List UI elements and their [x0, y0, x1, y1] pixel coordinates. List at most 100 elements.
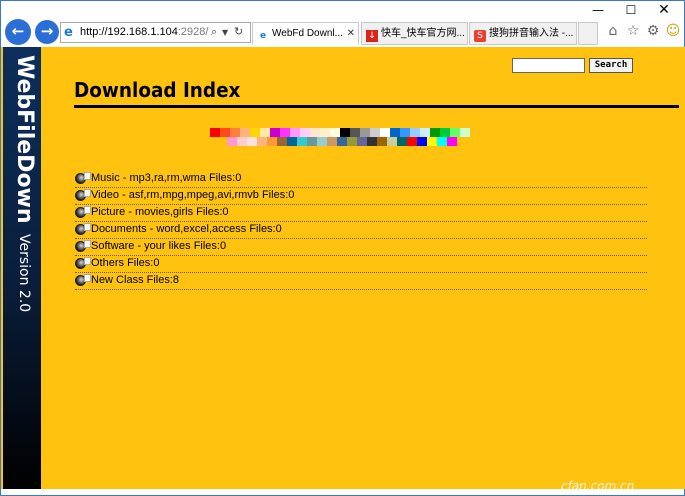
color-swatch[interactable] [270, 128, 280, 137]
forward-button[interactable]: → [35, 20, 59, 44]
color-swatch[interactable] [390, 128, 400, 137]
search-icon[interactable]: ⌕ [211, 25, 217, 39]
minimize-button[interactable]: — [581, 1, 615, 17]
category-row: New Class Files:8 [75, 273, 647, 290]
color-swatch[interactable] [290, 128, 300, 137]
color-swatch[interactable] [407, 137, 417, 146]
category-row: Others Files:0 [75, 256, 647, 273]
color-swatch[interactable] [347, 137, 357, 146]
category-link[interactable]: Picture - movies,girls Files:0 [91, 206, 229, 218]
close-button[interactable]: ✕ [647, 1, 681, 18]
color-swatch[interactable] [400, 128, 410, 137]
tab-webfd[interactable]: e WebFd Downl... ✕ [252, 22, 359, 45]
color-swatch[interactable] [220, 128, 230, 137]
title-bar: — ☐ ✕ [1, 1, 685, 18]
color-swatch[interactable] [287, 137, 297, 146]
color-swatch[interactable] [357, 137, 367, 146]
color-swatch[interactable] [280, 128, 290, 137]
color-swatch[interactable] [307, 137, 317, 146]
color-swatch[interactable] [370, 128, 380, 137]
page-title: Download Index [74, 78, 241, 102]
color-swatch[interactable] [440, 128, 450, 137]
category-link[interactable]: Others Files:0 [91, 257, 159, 269]
dropdown-icon[interactable]: ▼ [222, 28, 228, 37]
folder-bullet-icon [75, 274, 91, 286]
color-swatch[interactable] [317, 137, 327, 146]
folder-bullet-icon [75, 206, 91, 218]
color-swatch[interactable] [417, 137, 427, 146]
color-swatch[interactable] [397, 137, 407, 146]
category-row: Documents - word,excel,access Files:0 [75, 222, 647, 239]
tab-label: 快车_快车官方网... [381, 28, 465, 39]
color-swatch[interactable] [460, 128, 470, 137]
color-swatch[interactable] [210, 128, 220, 137]
home-icon[interactable]: ⌂ [604, 23, 622, 39]
color-swatch[interactable] [437, 137, 447, 146]
color-swatch[interactable] [350, 128, 360, 137]
color-swatch[interactable] [367, 137, 377, 146]
color-swatch[interactable] [250, 128, 260, 137]
category-link[interactable]: Documents - word,excel,access Files:0 [91, 223, 282, 235]
category-link[interactable]: Music - mp3,ra,rm,wma Files:0 [91, 172, 241, 184]
download-icon: ↓ [366, 30, 378, 42]
category-link[interactable]: New Class Files:8 [91, 274, 179, 286]
app-name: WebFileDown [12, 55, 37, 224]
color-swatch[interactable] [227, 137, 237, 146]
navigation-bar: ← → e http://192.168.1.104:2928/ ⌕ ▼ ↻ e… [1, 17, 685, 47]
color-swatch[interactable] [330, 128, 340, 137]
color-swatch[interactable] [340, 128, 350, 137]
color-swatch[interactable] [420, 128, 430, 137]
star-icon[interactable]: ☆ [624, 23, 642, 39]
tab-close-icon[interactable]: ✕ [347, 23, 355, 44]
color-swatch[interactable] [377, 137, 387, 146]
color-swatch[interactable] [240, 128, 250, 137]
color-swatch[interactable] [310, 128, 320, 137]
tab-sogou[interactable]: S 搜狗拼音输入法 -... [469, 22, 577, 45]
browser-window: — ☐ ✕ ← → e http://192.168.1.104:2928/ ⌕… [0, 0, 685, 496]
folder-bullet-icon [75, 257, 91, 269]
back-button[interactable]: ← [5, 19, 31, 45]
folder-bullet-icon [75, 240, 91, 252]
category-row: Video - asf,rm,mpg,mpeg,avi,rmvb Files:0 [75, 188, 647, 205]
category-link[interactable]: Video - asf,rm,mpg,mpeg,avi,rmvb Files:0 [91, 189, 294, 201]
tab-label: 搜狗拼音输入法 -... [489, 28, 574, 39]
color-swatch[interactable] [447, 137, 457, 146]
color-swatch[interactable] [260, 128, 270, 137]
color-swatch[interactable] [380, 128, 390, 137]
sidebar-banner: WebFileDown Version 2.0 [3, 47, 41, 489]
color-swatch[interactable] [297, 137, 307, 146]
maximize-button[interactable]: ☐ [614, 1, 648, 17]
color-swatch[interactable] [300, 128, 310, 137]
color-swatch[interactable] [430, 128, 440, 137]
color-swatch[interactable] [267, 137, 277, 146]
search-button[interactable]: Search [589, 58, 633, 73]
new-tab-button[interactable] [578, 22, 598, 45]
gear-icon[interactable]: ⚙ [644, 23, 662, 39]
search-input[interactable] [512, 58, 585, 73]
tab-label: WebFd Downl... [272, 28, 343, 39]
category-row: Picture - movies,girls Files:0 [75, 205, 647, 222]
color-swatch[interactable] [237, 137, 247, 146]
color-swatch[interactable] [337, 137, 347, 146]
category-link[interactable]: Software - your likes Files:0 [91, 240, 226, 252]
color-swatch[interactable] [410, 128, 420, 137]
page-icon: e [259, 31, 267, 41]
address-bar[interactable]: e http://192.168.1.104:2928/ ⌕ ▼ ↻ [60, 22, 251, 43]
color-swatch[interactable] [450, 128, 460, 137]
color-swatch[interactable] [427, 137, 437, 146]
color-swatch[interactable] [320, 128, 330, 137]
address-url[interactable]: http://192.168.1.104:2928/ [80, 26, 208, 38]
watermark: cfan.com.cn [561, 479, 635, 493]
color-swatch[interactable] [230, 128, 240, 137]
color-swatch[interactable] [387, 137, 397, 146]
color-swatch[interactable] [327, 137, 337, 146]
tab-kuaiche[interactable]: ↓ 快车_快车官方网... [361, 22, 468, 45]
color-swatch[interactable] [257, 137, 267, 146]
color-swatch[interactable] [360, 128, 370, 137]
color-swatch[interactable] [277, 137, 287, 146]
category-row: Software - your likes Files:0 [75, 239, 647, 256]
refresh-icon[interactable]: ↻ [234, 25, 243, 38]
smiley-icon[interactable]: ☺ [664, 23, 682, 39]
color-swatch[interactable] [247, 137, 257, 146]
sidebar-title: WebFileDown Version 2.0 [7, 55, 37, 355]
